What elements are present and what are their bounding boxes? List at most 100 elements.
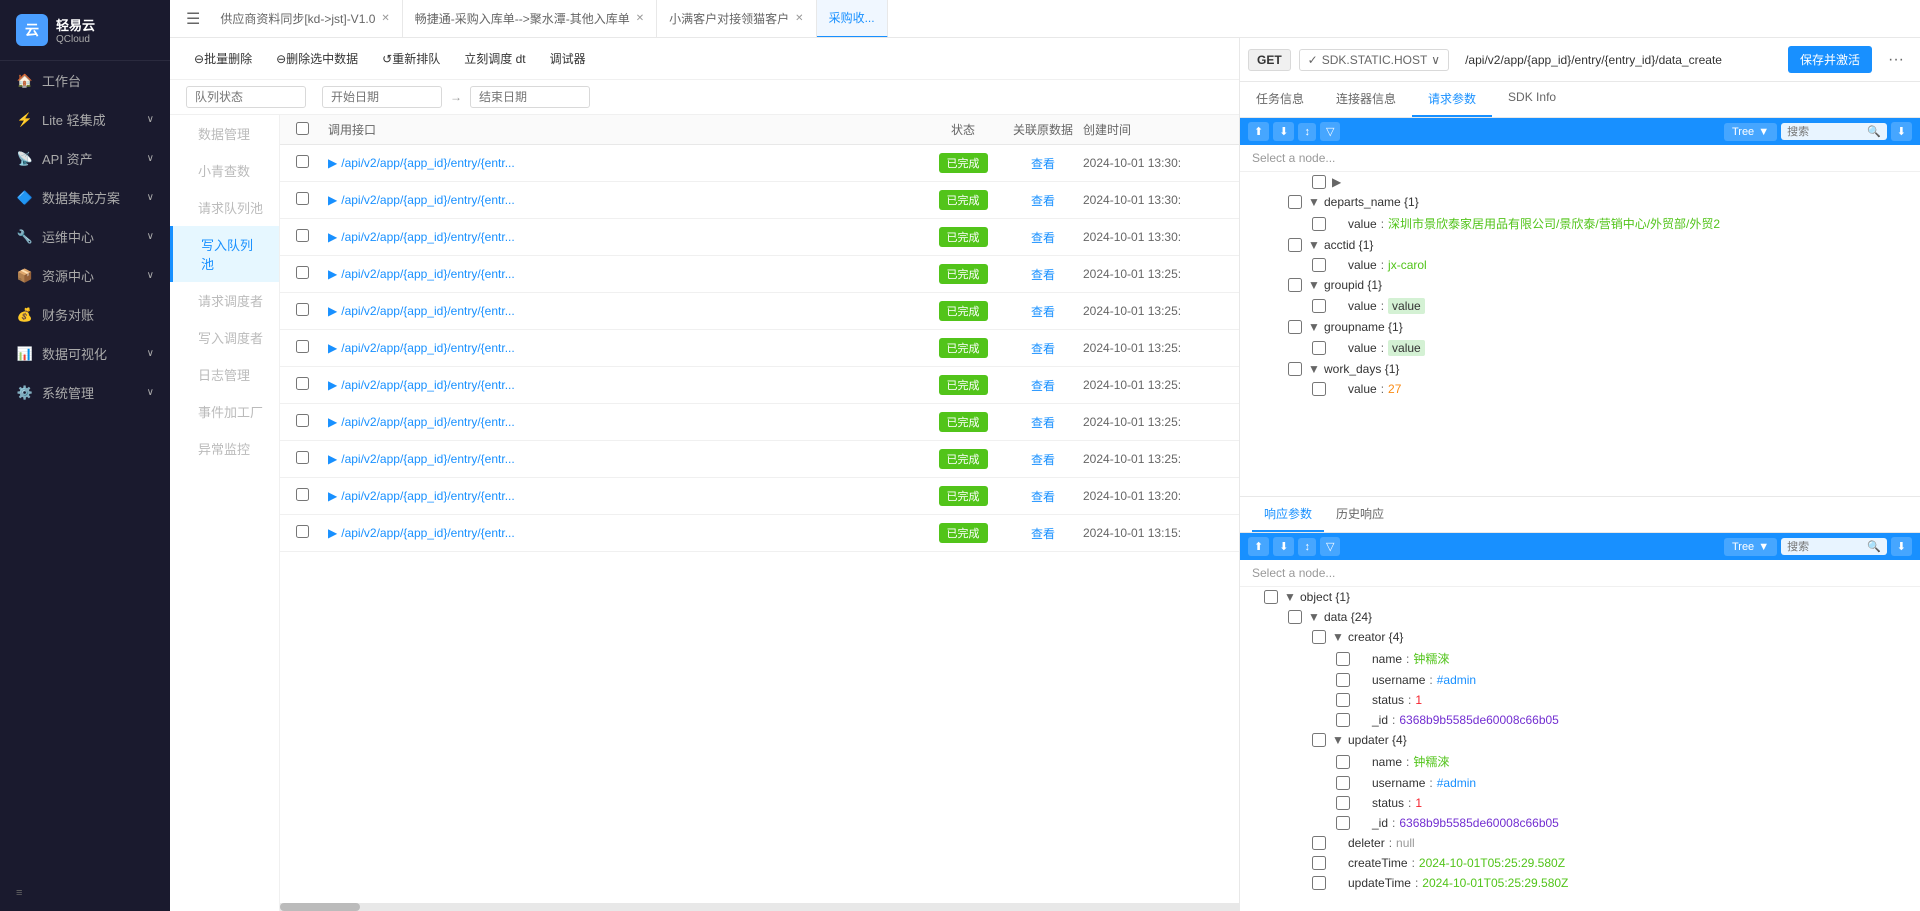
tree-expand-icon[interactable]: ▼ (1308, 278, 1324, 292)
tab-sdk-info[interactable]: SDK Info (1492, 82, 1572, 117)
table-row[interactable]: ▶ /api/v2/app/{app_id}/entry/{entr... 已完… (280, 293, 1239, 330)
tree-row[interactable]: _id:6368b9b5585de60008c66b05 (1240, 710, 1920, 730)
batch-delete-btn[interactable]: ⊖ 批量删除 (186, 46, 260, 71)
tree-row[interactable]: username:#admin (1240, 670, 1920, 690)
nav-log-mgmt[interactable]: 日志管理 (170, 356, 279, 393)
response-tree-search-input[interactable] (1787, 541, 1867, 553)
tree-filter-btn[interactable]: ▽ (1320, 122, 1340, 141)
related-data-link[interactable]: 查看 (1003, 488, 1083, 505)
tree-extra-btn[interactable]: ⬇ (1891, 122, 1912, 141)
row-checkbox[interactable] (296, 229, 309, 242)
tree-row[interactable]: ▼acctid {1} (1240, 235, 1920, 255)
tree-row[interactable]: username:#admin (1240, 773, 1920, 793)
tree-search-input[interactable] (1787, 126, 1867, 138)
response-tree-filter-btn[interactable]: ▽ (1320, 537, 1340, 556)
tab-supplier-sync[interactable]: 供应商资料同步[kd->jst]-V1.0 ✕ (208, 0, 402, 38)
tree-checkbox[interactable] (1312, 341, 1326, 355)
tree-row[interactable]: value:value (1240, 295, 1920, 317)
nav-write-scheduler[interactable]: 写入调度者 (170, 319, 279, 356)
tree-expand-icon[interactable]: ▼ (1308, 195, 1324, 209)
table-row[interactable]: ▶ /api/v2/app/{app_id}/entry/{entr... 已完… (280, 404, 1239, 441)
tree-row[interactable]: ▼creator {4} (1240, 627, 1920, 647)
related-data-link[interactable]: 查看 (1003, 340, 1083, 357)
row-checkbox[interactable] (296, 303, 309, 316)
tree-sort-up-btn[interactable]: ⬆ (1248, 122, 1269, 141)
row-checkbox[interactable] (296, 155, 309, 168)
table-row[interactable]: ▶ /api/v2/app/{app_id}/entry/{entr... 已完… (280, 367, 1239, 404)
tree-row[interactable]: value:value (1240, 337, 1920, 359)
related-data-link[interactable]: 查看 (1003, 414, 1083, 431)
select-all-checkbox[interactable] (296, 122, 309, 135)
row-checkbox[interactable] (296, 340, 309, 353)
tree-row[interactable]: ▶ (1240, 172, 1920, 192)
related-data-link[interactable]: 查看 (1003, 525, 1083, 542)
tree-expand-icon[interactable]: ▶ (1332, 175, 1348, 189)
table-row[interactable]: ▶ /api/v2/app/{app_id}/entry/{entr... 已完… (280, 478, 1239, 515)
tree-checkbox[interactable] (1288, 320, 1302, 334)
sidebar-item-resource[interactable]: 📦 资源中心 ∨ (0, 256, 170, 295)
sidebar-item-ops[interactable]: 🔧 运维中心 ∨ (0, 217, 170, 256)
related-data-link[interactable]: 查看 (1003, 192, 1083, 209)
related-data-link[interactable]: 查看 (1003, 155, 1083, 172)
tree-row[interactable]: deleter:null (1240, 833, 1920, 853)
sidebar-collapse-btn[interactable]: ≡ (0, 875, 170, 911)
tree-expand-icon[interactable]: ▼ (1308, 238, 1324, 252)
tree-checkbox[interactable] (1288, 238, 1302, 252)
tab-task-info[interactable]: 任务信息 (1240, 82, 1320, 117)
nav-anomaly-monitor[interactable]: 异常监控 (170, 430, 279, 467)
tab-close-icon[interactable]: ✕ (795, 13, 803, 24)
tree-checkbox[interactable] (1336, 693, 1350, 707)
tab-close-icon[interactable]: ✕ (636, 13, 644, 24)
related-data-link[interactable]: 查看 (1003, 229, 1083, 246)
tree-checkbox[interactable] (1312, 630, 1326, 644)
tree-sort-both-btn[interactable]: ↕ (1298, 123, 1316, 141)
tree-checkbox[interactable] (1288, 610, 1302, 624)
table-row[interactable]: ▶ /api/v2/app/{app_id}/entry/{entr... 已完… (280, 515, 1239, 552)
tree-checkbox[interactable] (1312, 733, 1326, 747)
tree-checkbox[interactable] (1312, 175, 1326, 189)
tree-row[interactable]: value:jx-carol (1240, 255, 1920, 275)
row-checkbox[interactable] (296, 192, 309, 205)
tree-expand-icon[interactable]: ▼ (1284, 590, 1300, 604)
table-row[interactable]: ▶ /api/v2/app/{app_id}/entry/{entr... 已完… (280, 256, 1239, 293)
tree-expand-icon[interactable]: ▼ (1332, 733, 1348, 747)
tree-checkbox[interactable] (1336, 713, 1350, 727)
tree-row[interactable]: name:钟糯淶 (1240, 647, 1920, 670)
tree-checkbox[interactable] (1288, 195, 1302, 209)
save-activate-button[interactable]: 保存并激活 (1788, 46, 1872, 73)
tree-row[interactable]: updateTime:2024-10-01T05:25:29.580Z (1240, 873, 1920, 893)
tree-expand-icon[interactable]: ▼ (1332, 630, 1348, 644)
tree-row[interactable]: ▼work_days {1} (1240, 359, 1920, 379)
tree-checkbox[interactable] (1312, 217, 1326, 231)
table-row[interactable]: ▶ /api/v2/app/{app_id}/entry/{entr... 已完… (280, 182, 1239, 219)
tabs-menu-button[interactable]: ☰ (178, 9, 208, 29)
nav-xiao-query[interactable]: 小青查数 (170, 152, 279, 189)
response-tree-extra-btn[interactable]: ⬇ (1891, 537, 1912, 556)
tab-request-params[interactable]: 请求参数 (1412, 82, 1492, 117)
nav-data-mgmt[interactable]: 数据管理 (170, 115, 279, 152)
tree-expand-icon[interactable]: ▼ (1308, 362, 1324, 376)
start-date-input[interactable] (322, 86, 442, 108)
re-queue-btn[interactable]: ↺ 重新排队 (374, 46, 448, 71)
tree-expand-icon[interactable]: ▼ (1308, 320, 1324, 334)
sidebar-item-lite[interactable]: ⚡ Lite 轻集成 ∨ (0, 100, 170, 139)
nav-write-queue[interactable]: 写入队列池 (170, 226, 279, 282)
nav-request-scheduler[interactable]: 请求调度者 (170, 282, 279, 319)
tree-row[interactable]: status:1 (1240, 793, 1920, 813)
tab-close-icon[interactable]: ✕ (381, 13, 389, 24)
tree-view-selector[interactable]: Tree ▼ (1724, 123, 1777, 141)
table-row[interactable]: ▶ /api/v2/app/{app_id}/entry/{entr... 已完… (280, 219, 1239, 256)
tab-purchase-sync[interactable]: 畅捷通-采购入库单-->聚水潭-其他入库单 ✕ (403, 0, 657, 38)
sidebar-item-finance[interactable]: 💰 财务对账 (0, 295, 170, 334)
sidebar-item-dataviz[interactable]: 📊 数据可视化 ∨ (0, 334, 170, 373)
delete-selected-btn[interactable]: ⊖ 删除选中数据 (268, 46, 366, 71)
tree-row[interactable]: ▼object {1} (1240, 587, 1920, 607)
response-tree-sort-up-btn[interactable]: ⬆ (1248, 537, 1269, 556)
tree-checkbox[interactable] (1288, 278, 1302, 292)
response-tree-view-selector[interactable]: Tree ▼ (1724, 538, 1777, 556)
row-checkbox[interactable] (296, 488, 309, 501)
tree-row[interactable]: ▼updater {4} (1240, 730, 1920, 750)
tree-row[interactable]: status:1 (1240, 690, 1920, 710)
tree-checkbox[interactable] (1312, 856, 1326, 870)
schedule-dt-btn[interactable]: 立刻调度 dt (456, 46, 533, 71)
